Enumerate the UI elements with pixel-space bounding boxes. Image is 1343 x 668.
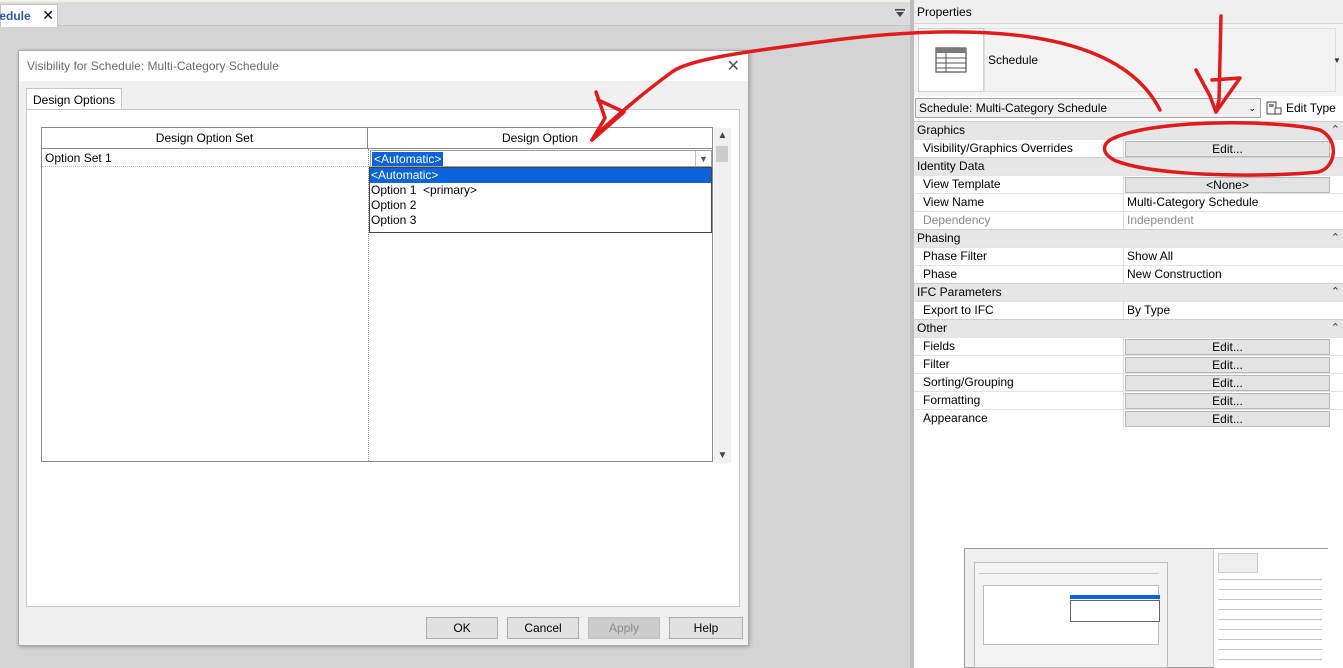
group-label: Phasing (917, 231, 961, 245)
dropdown-option-1[interactable]: Option 1 <primary> (370, 183, 711, 198)
property-label: Sorting/Grouping (914, 374, 1124, 392)
type-name: Schedule (988, 53, 1039, 67)
property-label: View Template (914, 176, 1124, 194)
property-row-phase-filter: Phase Filter Show All (914, 247, 1343, 266)
group-graphics[interactable]: Graphics ⌃ (914, 121, 1343, 139)
view-tab-bar: hedule ✕ (0, 0, 910, 27)
phase-value[interactable]: New Construction (1125, 266, 1342, 284)
property-row-formatting: Formatting Edit... (914, 391, 1343, 410)
group-label: Graphics (917, 123, 966, 137)
edit-type-icon (1266, 101, 1282, 115)
edit-type-label: Edit Type (1286, 101, 1336, 115)
dialog-titlebar[interactable]: Visibility for Schedule: Multi-Category … (19, 51, 748, 81)
type-preview (918, 28, 984, 92)
design-option-dropdown-list: <Automatic> Option 1 <primary> Option 2 … (369, 167, 712, 233)
scroll-down-icon[interactable]: ▼ (714, 450, 731, 461)
cancel-button[interactable]: Cancel (507, 617, 579, 639)
dropdown-option-automatic[interactable]: <Automatic> (370, 168, 711, 183)
filter-edit-button[interactable]: Edit... (1125, 357, 1330, 373)
close-icon[interactable]: ✕ (42, 8, 54, 22)
properties-table: Graphics ⌃ Visibility/Graphics Overrides… (914, 121, 1343, 428)
property-label: Fields (914, 338, 1124, 356)
sorting-edit-button[interactable]: Edit... (1125, 375, 1330, 391)
property-label: Appearance (914, 410, 1124, 428)
dropdown-option-2[interactable]: Option 2 (370, 198, 711, 213)
group-other[interactable]: Other ⌃ (914, 319, 1343, 337)
view-template-button[interactable]: <None> (1125, 177, 1330, 193)
dropdown-option-3[interactable]: Option 3 (370, 213, 711, 228)
group-phasing[interactable]: Phasing ⌃ (914, 229, 1343, 247)
property-label: Filter (914, 356, 1124, 374)
thumbnail-properties (1213, 549, 1329, 668)
column-header-design-option: Design Option (368, 128, 712, 149)
fields-edit-button[interactable]: Edit... (1125, 339, 1330, 355)
combobox-value: <Automatic> (372, 152, 444, 166)
property-label: Phase (914, 266, 1124, 284)
instance-selector[interactable]: Schedule: Multi-Category Schedule ⌄ (915, 98, 1261, 118)
design-option-combobox[interactable]: <Automatic> ▼ (370, 150, 712, 167)
grid-scrollbar[interactable]: ▲ ▼ (714, 128, 731, 463)
property-row-view-template: View Template <None> (914, 175, 1343, 194)
dropdown-arrow-icon[interactable]: ▼ (695, 151, 711, 166)
view-name-field[interactable]: Multi-Category Schedule (1125, 194, 1342, 212)
collapse-icon[interactable]: ⌃ (1331, 284, 1340, 301)
property-row-vg-overrides: Visibility/Graphics Overrides Edit... (914, 139, 1343, 158)
collapse-icon[interactable]: ⌃ (1331, 122, 1340, 139)
property-label: View Name (914, 194, 1124, 212)
property-label: Visibility/Graphics Overrides (914, 140, 1124, 158)
help-button[interactable]: Help (669, 617, 743, 639)
view-tab-label: hedule (0, 9, 31, 23)
properties-header: Properties (914, 0, 1343, 24)
schedule-table-icon (935, 47, 967, 73)
property-row-export-ifc: Export to IFC By Type (914, 301, 1343, 320)
group-label: IFC Parameters (917, 285, 1002, 299)
embedded-screenshot-thumbnail (964, 548, 1329, 668)
group-label: Identity Data (917, 159, 985, 173)
table-cell-option-set: Option Set 1 (45, 151, 112, 165)
properties-panel: Properties Schedule ▼ Schedule: Multi-Ca… (914, 0, 1343, 668)
edit-type-button[interactable]: Edit Type (1266, 98, 1342, 118)
scrollbar-thumb[interactable] (716, 146, 728, 162)
close-icon[interactable]: ✕ (727, 56, 740, 76)
column-header-design-option-set: Design Option Set (42, 128, 368, 149)
property-row-phase: Phase New Construction (914, 265, 1343, 284)
collapse-icon[interactable]: ⌃ (1331, 320, 1340, 337)
property-label: Phase Filter (914, 248, 1124, 266)
scroll-up-icon[interactable]: ▲ (714, 130, 731, 141)
chevron-down-icon[interactable]: ⌄ (1248, 99, 1256, 117)
ok-button[interactable]: OK (426, 617, 498, 639)
dropdown-arrow-icon[interactable]: ▼ (1333, 56, 1341, 65)
view-tab-schedule[interactable]: hedule ✕ (0, 4, 58, 27)
property-row-view-name: View Name Multi-Category Schedule (914, 193, 1343, 212)
property-label: Dependency (914, 212, 1124, 230)
vg-overrides-edit-button[interactable]: Edit... (1125, 141, 1330, 157)
collapse-icon[interactable]: ⌃ (1331, 230, 1340, 247)
visibility-dialog: Visibility for Schedule: Multi-Category … (18, 50, 749, 646)
tab-design-options[interactable]: Design Options (26, 88, 123, 110)
property-row-filter: Filter Edit... (914, 355, 1343, 374)
panel-menu-icon[interactable] (894, 7, 906, 19)
group-label: Other (917, 321, 948, 335)
dependency-value: Independent (1127, 213, 1194, 227)
property-row-dependency: Dependency Independent (914, 211, 1343, 230)
property-label: Export to IFC (914, 302, 1124, 320)
property-row-fields: Fields Edit... (914, 337, 1343, 356)
group-identity-data[interactable]: Identity Data (914, 157, 1343, 175)
export-ifc-value[interactable]: By Type (1125, 302, 1342, 320)
formatting-edit-button[interactable]: Edit... (1125, 393, 1330, 409)
thumbnail-dialog (974, 562, 1168, 668)
instance-selector-label: Schedule: Multi-Category Schedule (919, 101, 1108, 115)
type-selector[interactable]: Schedule ▼ (914, 24, 1343, 96)
design-options-grid: Design Option Set Design Option Option S… (41, 127, 731, 463)
property-label: Formatting (914, 392, 1124, 410)
dialog-title: Visibility for Schedule: Multi-Category … (27, 59, 279, 73)
phase-filter-value[interactable]: Show All (1125, 248, 1342, 266)
appearance-edit-button[interactable]: Edit... (1125, 411, 1330, 427)
group-ifc-parameters[interactable]: IFC Parameters ⌃ (914, 283, 1343, 301)
apply-button[interactable]: Apply (588, 617, 660, 639)
tab-panel: Design Option Set Design Option Option S… (26, 109, 740, 607)
property-row-appearance: Appearance Edit... (914, 409, 1343, 428)
property-row-sorting: Sorting/Grouping Edit... (914, 373, 1343, 392)
